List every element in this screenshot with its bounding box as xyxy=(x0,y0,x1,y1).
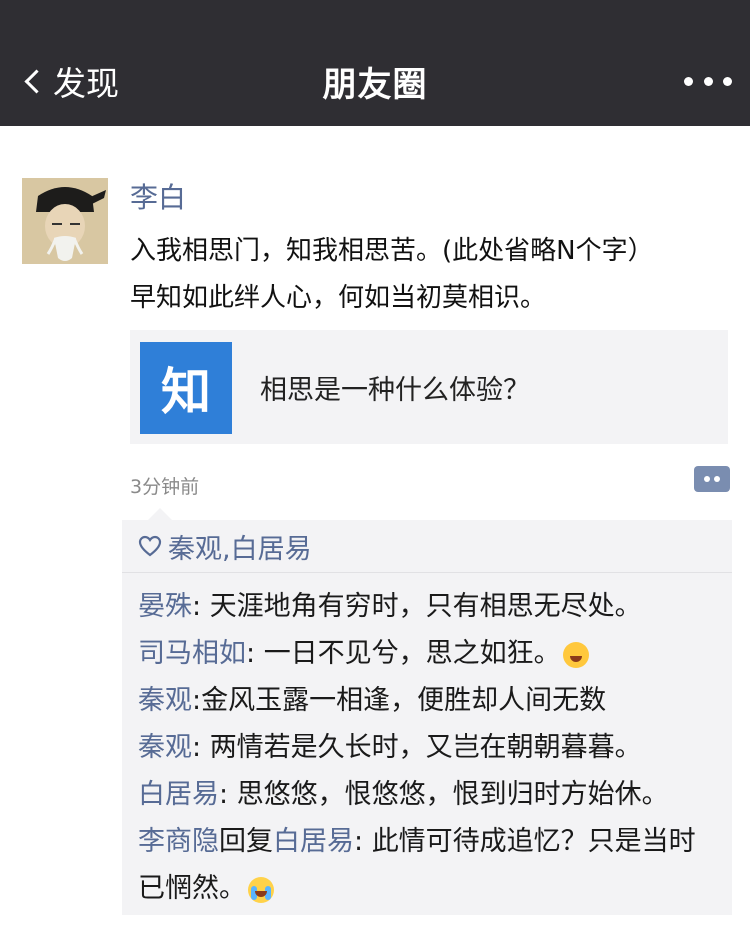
more-options-button[interactable] xyxy=(684,72,732,90)
dot-icon xyxy=(704,476,710,482)
comment-separator: : xyxy=(354,826,372,857)
dot-icon xyxy=(684,76,693,86)
post-timestamp: 3分钟前 xyxy=(130,476,200,498)
page-title: 朋友圈 xyxy=(322,64,428,105)
shared-link-card[interactable]: 知 相思是一种什么体验？ xyxy=(130,330,728,444)
interaction-panel: 秦观,白居易 晏殊: 天涯地角有穷时，只有相思无尽处。 司马相如: 一日不见兮，… xyxy=(122,508,732,915)
comment-user[interactable]: 白居易 xyxy=(138,779,219,810)
comment-user[interactable]: 李商隐 xyxy=(138,826,219,857)
reply-target-user[interactable]: 白居易 xyxy=(273,826,354,857)
post-text-line: 入我相思门，知我相思苦。(此处省略N个字） xyxy=(130,236,654,266)
comment-item[interactable]: 晏殊: 天涯地角有穷时，只有相思无尽处。 xyxy=(138,583,722,630)
dot-icon xyxy=(723,76,732,86)
comment-user[interactable]: 司马相如 xyxy=(138,638,246,669)
comment-separator: : xyxy=(192,732,210,763)
comment-separator: : xyxy=(246,638,264,669)
comment-item[interactable]: 白居易: 思悠悠，恨悠悠，恨到归时方始休。 xyxy=(138,771,722,818)
comment-item[interactable]: 秦观: 两情若是久长时，又岂在朝朝暮暮。 xyxy=(138,724,722,771)
comment-item[interactable]: 司马相如: 一日不见兮，思之如狂。 xyxy=(138,630,722,677)
post-text-line: 早知如此绊人心，何如当初莫相识。 xyxy=(130,283,547,313)
likes-names[interactable]: 秦观,白居易 xyxy=(168,527,312,566)
comment-text: 一日不见兮，思之如狂。 xyxy=(263,638,561,669)
zhihu-logo-icon: 知 xyxy=(140,342,232,434)
comment-separator: : xyxy=(192,685,202,716)
comment-user[interactable]: 秦观 xyxy=(138,685,192,716)
comment-list: 晏殊: 天涯地角有穷时，只有相思无尽处。 司马相如: 一日不见兮，思之如狂。 秦… xyxy=(122,573,732,912)
author-name[interactable]: 李白 xyxy=(130,176,186,216)
reply-word: 回复 xyxy=(219,826,273,857)
dot-icon xyxy=(714,476,720,482)
comment-text: 两情若是久长时，又岂在朝朝暮暮。 xyxy=(209,732,642,763)
comment-user[interactable]: 秦观 xyxy=(138,732,192,763)
comment-action-button[interactable] xyxy=(694,466,730,492)
comment-user[interactable]: 晏殊 xyxy=(138,591,192,622)
comment-item[interactable]: 李商隐回复白居易: 此情可待成追忆？只是当时已惘然。 xyxy=(138,818,722,912)
heart-icon xyxy=(138,535,162,557)
grinning-tears-emoji-icon xyxy=(562,641,589,668)
dot-icon xyxy=(703,76,713,86)
nav-bar: 发现 朋友圈 xyxy=(0,0,750,126)
comment-text: 金风玉露一相逢，便胜却人间无数 xyxy=(201,685,607,716)
avatar[interactable] xyxy=(22,178,108,264)
comment-text: 思悠悠，恨悠悠，恨到归时方始休。 xyxy=(236,779,669,810)
post-text: 入我相思门，知我相思苦。(此处省略N个字） 早知如此绊人心，何如当初莫相识。 xyxy=(130,228,740,322)
comment-separator: : xyxy=(219,779,237,810)
comment-item[interactable]: 秦观:金风玉露一相逢，便胜却人间无数 xyxy=(138,677,722,724)
comment-separator: : xyxy=(192,591,210,622)
crying-face-emoji-icon xyxy=(248,876,274,903)
comment-text: 天涯地角有穷时，只有相思无尽处。 xyxy=(209,591,642,622)
likes-row: 秦观,白居易 xyxy=(122,520,732,573)
link-title: 相思是一种什么体验？ xyxy=(260,374,530,406)
portrait-image xyxy=(22,178,108,264)
